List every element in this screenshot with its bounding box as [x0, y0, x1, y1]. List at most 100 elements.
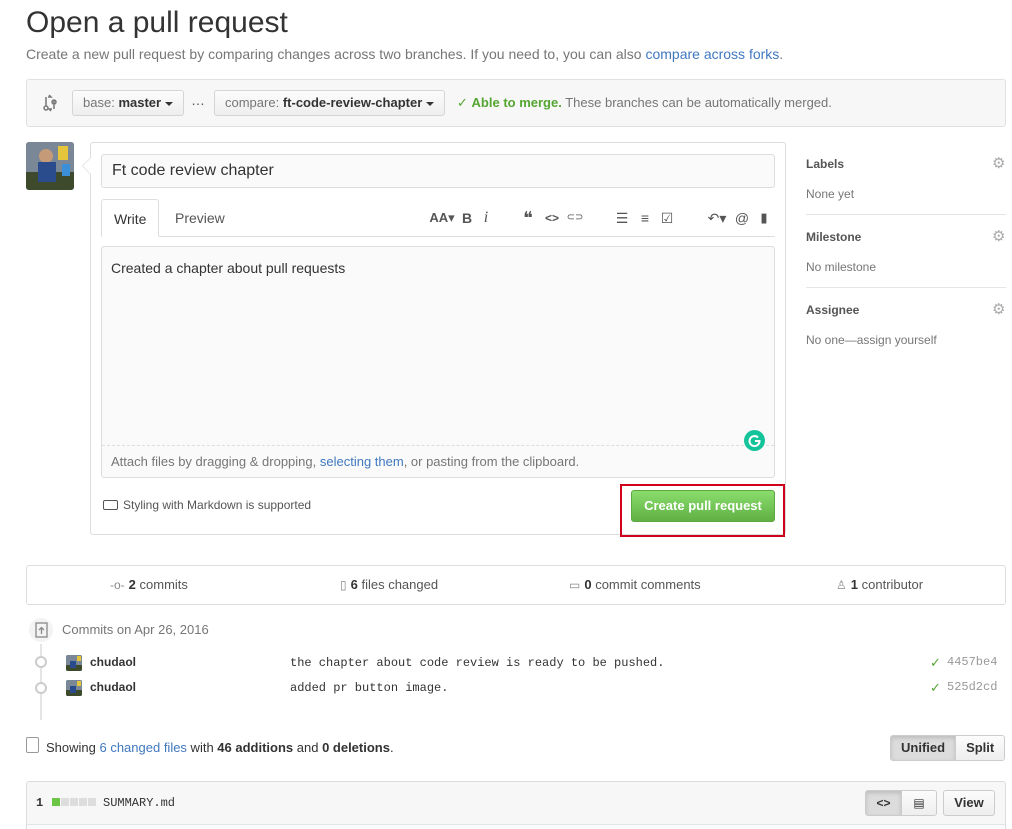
assignee-value[interactable]: No one—assign yourself	[806, 333, 1006, 347]
commit-avatar[interactable]	[66, 680, 82, 696]
diff-summary-suffix: .	[389, 740, 394, 755]
ordered-list-icon[interactable]: ≡	[636, 209, 654, 227]
task-list-icon[interactable]: ☑	[658, 209, 676, 227]
compare-branch-value: ft-code-review-chapter	[282, 95, 423, 110]
commit-comments-link[interactable]: ▭ 0 commit comments	[569, 577, 701, 592]
milestone-title: Milestone	[806, 230, 862, 244]
bookmark-icon[interactable]: ▮	[755, 209, 773, 227]
file-diff-icon: ▯	[340, 578, 347, 592]
additions-count: 46 additions	[217, 740, 294, 755]
avatar-image	[26, 142, 74, 190]
avatar	[26, 142, 74, 190]
files-changed-link[interactable]: ▯ 6 files changed	[340, 577, 438, 592]
quote-icon[interactable]: ❝	[519, 209, 537, 227]
file-name[interactable]: SUMMARY.md	[103, 796, 175, 810]
sidebar-divider	[806, 214, 1006, 215]
merge-status-label: Able to merge.	[471, 95, 562, 110]
diffstat-bar	[52, 798, 96, 806]
contributors-link[interactable]: ♙ 1 contributor	[836, 577, 923, 592]
commit-message[interactable]: added pr button image.	[290, 681, 448, 695]
files-label: files changed	[361, 577, 439, 592]
base-branch-select[interactable]: base: master	[72, 90, 185, 116]
commit-author[interactable]: chudaol	[90, 655, 136, 669]
commit-icon: -o-	[110, 578, 125, 592]
gear-icon[interactable]: ⚙	[992, 156, 1006, 171]
base-branch-value: master	[118, 95, 162, 110]
unified-button[interactable]: Unified	[891, 736, 956, 760]
diff-body	[27, 824, 1005, 829]
diffstat-block	[61, 798, 69, 806]
gear-icon[interactable]: ⚙	[992, 229, 1006, 244]
diff-summary-prefix: Showing	[46, 740, 100, 755]
diff-summary-and: and	[293, 740, 323, 755]
diffstat-block	[70, 798, 78, 806]
comments-count: 0	[584, 577, 592, 592]
tab-preview[interactable]: Preview	[163, 199, 237, 237]
compare-label: compare:	[225, 95, 280, 110]
milestone-value: No milestone	[806, 260, 877, 274]
commit-node-icon	[35, 682, 47, 694]
repo-push-glyph	[35, 622, 48, 638]
compose-arrow-inner	[83, 158, 91, 174]
base-label: base:	[83, 95, 115, 110]
pr-body-text: Created a chapter about pull requests	[111, 260, 346, 276]
chevron-down-icon	[426, 101, 435, 106]
labels-title: Labels	[806, 157, 845, 171]
diffstat-block	[79, 798, 87, 806]
bold-icon[interactable]: B	[458, 209, 476, 227]
check-icon: ✓	[930, 680, 941, 695]
commit-node-icon	[35, 656, 47, 668]
commit-sha[interactable]: 525d2cd	[947, 680, 997, 694]
grammarly-icon[interactable]	[744, 430, 765, 451]
attach-suffix: , or pasting from the clipboard.	[403, 454, 580, 469]
diff-view-toggle: Unified Split	[890, 735, 1006, 761]
attach-prefix: Attach files by dragging & dropping,	[111, 454, 320, 469]
deletions-count: 0 deletions	[322, 740, 390, 755]
commit-author[interactable]: chudaol	[90, 680, 136, 694]
unordered-list-icon[interactable]: ☰	[613, 209, 631, 227]
view-file-button[interactable]: View	[943, 790, 995, 816]
mention-icon[interactable]: @	[733, 209, 751, 227]
tab-write[interactable]: Write	[101, 199, 160, 237]
sidebar-divider	[806, 287, 1006, 288]
compare-branch-select[interactable]: compare: ft-code-review-chapter	[214, 90, 446, 116]
markdown-note-text: Styling with Markdown is supported	[123, 498, 312, 512]
code-icon[interactable]: <>	[543, 209, 561, 227]
check-icon: ✓	[457, 95, 468, 110]
compare-across-forks-link[interactable]: compare across forks	[645, 46, 779, 62]
split-button[interactable]: Split	[955, 736, 1005, 760]
gear-icon[interactable]: ⚙	[992, 302, 1006, 317]
timeline-line	[40, 640, 42, 720]
commits-label: commits	[139, 577, 188, 592]
changed-files-link[interactable]: 6 changed files	[99, 740, 186, 755]
code-icon[interactable]: <>	[866, 791, 901, 815]
commits-count: 2	[128, 577, 136, 592]
pr-body-textarea[interactable]	[101, 246, 775, 478]
range-ellipsis: …	[191, 92, 205, 108]
markdown-note[interactable]: Styling with Markdown is supported	[103, 498, 311, 512]
commit-message[interactable]: the chapter about code review is ready t…	[290, 656, 664, 670]
text-size-icon[interactable]: AA▾	[428, 209, 456, 227]
repo-push-icon	[27, 616, 55, 644]
page-title: Open a pull request	[26, 6, 288, 39]
commits-count-link[interactable]: -o- 2 commits	[110, 577, 188, 592]
commit-sha[interactable]: 4457be4	[947, 655, 997, 669]
markdown-icon	[103, 500, 118, 510]
selecting-them-link[interactable]: selecting them	[320, 454, 404, 469]
link-icon[interactable]: ⊂⊃	[566, 209, 584, 227]
files-count: 6	[350, 577, 358, 592]
diff-summary: Showing 6 changed files with 46 addition…	[46, 740, 394, 755]
subtitle-text: Create a new pull request by comparing c…	[26, 46, 646, 62]
pr-title-input[interactable]	[101, 154, 775, 188]
file-diff-icon	[26, 737, 39, 753]
create-pull-request-button[interactable]: Create pull request	[631, 490, 775, 522]
commit-avatar[interactable]	[66, 655, 82, 671]
sidebar-assignee: Assignee No one—assign yourself ⚙	[806, 302, 1006, 347]
git-compare-icon	[43, 94, 57, 112]
italic-icon[interactable]: i	[477, 209, 495, 227]
file-text-icon[interactable]: ▤	[901, 791, 936, 815]
chevron-down-icon	[165, 101, 174, 106]
reply-icon[interactable]: ↶▾	[704, 209, 730, 227]
organization-icon: ♙	[836, 578, 847, 592]
subtitle-suffix: .	[779, 46, 784, 62]
